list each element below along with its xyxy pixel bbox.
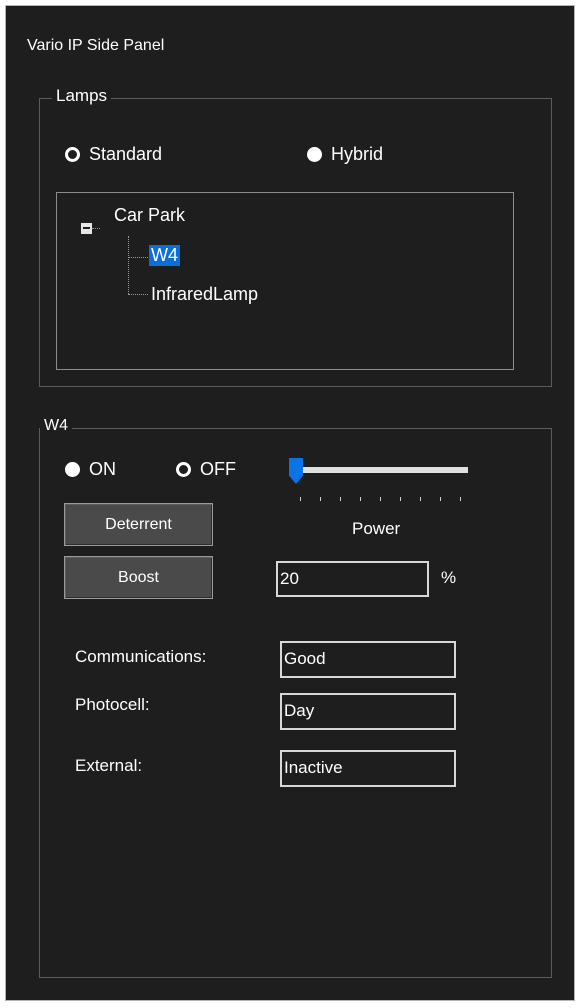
slider-tick [320, 497, 321, 501]
external-label: External: [75, 756, 143, 775]
standard-radio-dot[interactable] [65, 147, 80, 162]
tree-connector [92, 228, 100, 229]
external-status-field: Inactive [280, 750, 456, 787]
tree-node-car-park[interactable]: Car Park [114, 205, 185, 226]
tree-connector [128, 294, 148, 295]
power-label: Power [352, 519, 401, 538]
hybrid-radio-label: Hybrid [331, 144, 384, 164]
slider-tick [380, 497, 381, 501]
tree-connector [128, 236, 129, 294]
boost-button[interactable]: Boost [64, 556, 213, 599]
hybrid-radio[interactable]: Hybrid [307, 144, 383, 165]
slider-tick [360, 497, 361, 501]
on-radio-label: ON [89, 459, 116, 479]
off-radio-dot[interactable] [176, 462, 191, 477]
tree-node-infraredlamp[interactable]: InfraredLamp [151, 284, 258, 305]
lamps-group-legend: Lamps [52, 86, 112, 106]
tree-node-w4[interactable]: W4 [149, 245, 180, 266]
off-radio[interactable]: OFF [176, 459, 236, 480]
communications-label: Communications: [75, 647, 207, 666]
slider-tick [420, 497, 421, 501]
on-radio[interactable]: ON [65, 459, 116, 480]
standard-radio[interactable]: Standard [65, 144, 162, 165]
boost-percent-input[interactable]: 20 [276, 561, 429, 597]
lamp-group-legend: W4 [40, 417, 72, 435]
standard-radio-label: Standard [89, 144, 163, 164]
percent-unit-label: % [441, 568, 457, 587]
slider-tick [440, 497, 441, 501]
collapse-icon[interactable] [81, 223, 92, 234]
slider-tick [400, 497, 401, 501]
on-radio-dot[interactable] [65, 462, 80, 477]
hybrid-radio-dot[interactable] [307, 147, 322, 162]
tree-connector [128, 257, 148, 258]
photocell-status-field: Day [280, 693, 456, 730]
photocell-label: Photocell: [75, 695, 150, 714]
deterrent-button[interactable]: Deterrent [64, 503, 213, 546]
communications-status-field: Good [280, 641, 456, 678]
off-radio-label: OFF [200, 459, 236, 479]
slider-tick [340, 497, 341, 501]
slider-tick [300, 497, 301, 501]
power-slider-track[interactable] [296, 467, 468, 473]
slider-tick [460, 497, 461, 501]
panel-title: Vario IP Side Panel [27, 37, 165, 54]
